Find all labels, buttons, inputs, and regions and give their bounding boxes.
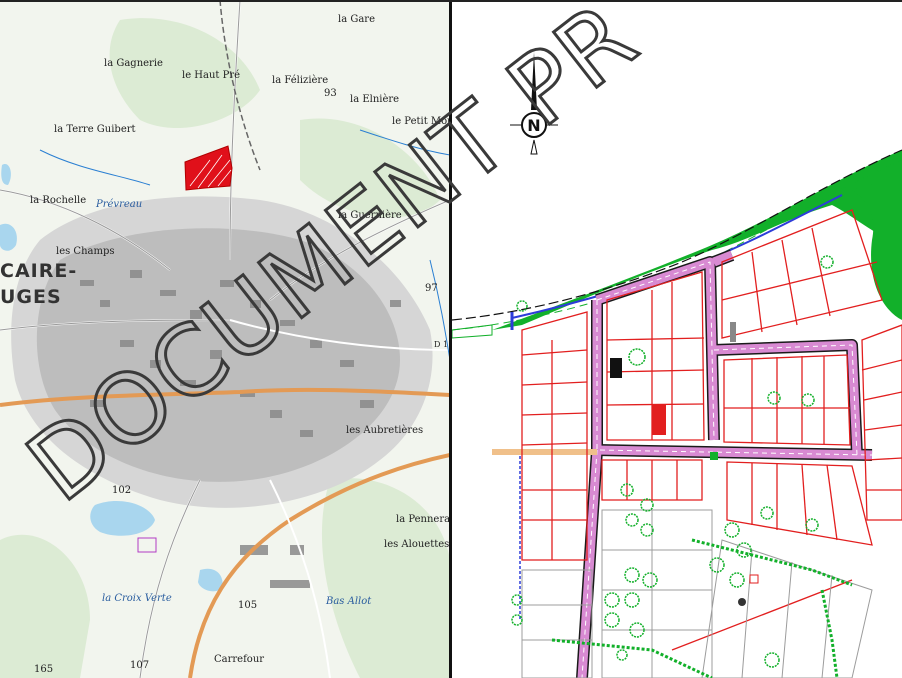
place-label-la-feliziere: la Félizière bbox=[272, 75, 329, 86]
location-map: la Gare la Gagnerie le Haut Pré la Féliz… bbox=[0, 0, 450, 678]
map-sheet: la Gare la Gagnerie le Haut Pré la Féliz… bbox=[0, 0, 902, 678]
place-label-les-aubretieres: les Aubretières bbox=[346, 425, 424, 436]
place-label-carrefour: Carrefour bbox=[214, 654, 265, 665]
red-plot-feature bbox=[652, 405, 666, 435]
town-label-uges: UGES bbox=[0, 286, 62, 308]
place-label-la-elniere: la Elnière bbox=[350, 94, 400, 105]
north-arrow-icon: N bbox=[510, 52, 558, 155]
town-label-caire: CAIRE- bbox=[0, 260, 78, 282]
place-label-prevreau: Prévreau bbox=[96, 199, 143, 210]
road-number-label: 102 bbox=[112, 485, 132, 496]
subdivision-plan: N bbox=[452, 0, 902, 678]
place-label-la-gagnerie: la Gagnerie bbox=[104, 58, 163, 69]
place-label-la-pennerais: la Pennerais bbox=[396, 514, 450, 525]
place-label-la-rochelle: la Rochelle bbox=[30, 195, 87, 206]
place-label-les-champs: les Champs bbox=[56, 246, 115, 257]
road-number-label: D 117 bbox=[434, 340, 450, 349]
place-label-les-alouettes: les Alouettes bbox=[384, 539, 450, 550]
plan-graphics: N bbox=[452, 52, 902, 678]
place-label-la-terre-guibert: la Terre Guibert bbox=[54, 124, 136, 135]
road-number-label: 97 bbox=[425, 283, 438, 294]
place-label-bas-allot: Bas Allot bbox=[326, 596, 372, 607]
north-label: N bbox=[527, 116, 540, 135]
panel-divider bbox=[449, 0, 452, 678]
place-label-la-guerniere: la Guernière bbox=[338, 210, 402, 221]
road-number-label: 165 bbox=[34, 664, 54, 675]
place-label-la-gare: la Gare bbox=[338, 14, 375, 25]
place-label-la-croix-verte: la Croix Verte bbox=[102, 593, 172, 604]
existing-building bbox=[610, 358, 622, 378]
place-label-le-haut-pre: le Haut Pré bbox=[182, 70, 241, 81]
road-number-label: 107 bbox=[130, 660, 150, 671]
top-border bbox=[0, 0, 902, 2]
place-label-le-petit-moulin: le Petit Moulin bbox=[392, 116, 450, 127]
road-number-label: 93 bbox=[324, 88, 337, 99]
road-number-label: 105 bbox=[238, 600, 258, 611]
